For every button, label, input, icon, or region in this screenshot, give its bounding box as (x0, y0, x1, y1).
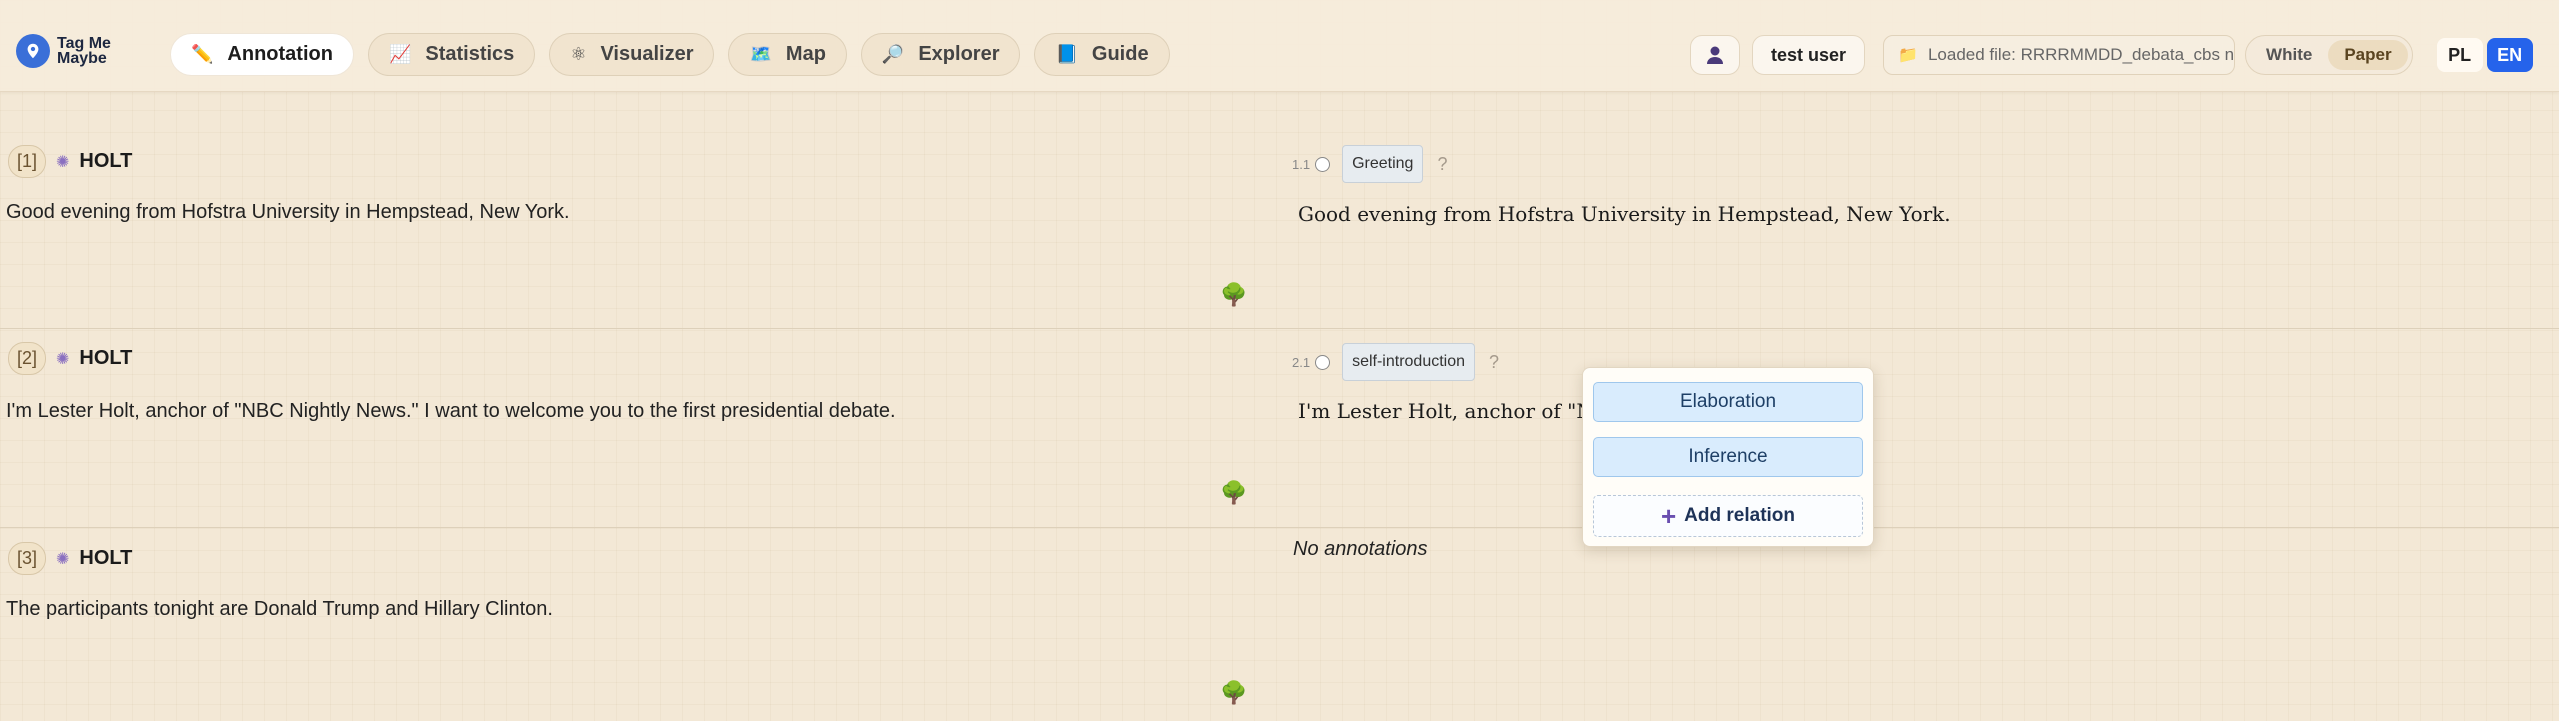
language-switcher: PL EN (2436, 38, 2533, 72)
annotation-tag[interactable]: Greeting (1342, 145, 1424, 183)
nav-map[interactable]: 🗺️ Map (728, 33, 847, 76)
annotation-radio[interactable] (1315, 156, 1331, 172)
nav-label: Annotation (227, 43, 333, 65)
speaker-header: [1] ✺ HOLT (8, 145, 132, 178)
speaker-name: HOLT (79, 150, 133, 172)
app-logo[interactable]: Tag Me Maybe (16, 34, 119, 68)
theme-white-button[interactable]: White (2250, 40, 2328, 70)
nav-label: Map (785, 43, 826, 65)
top-bar: Tag Me Maybe ✏️ Annotation 📈 Statistics … (0, 0, 2559, 92)
nav-label: Visualizer (600, 43, 694, 65)
header-tools: test user 📁 Loaded file: RRRRMMDD_debata… (1690, 35, 2533, 75)
add-relation-button[interactable]: + Add relation (1593, 495, 1863, 537)
chart-icon: 📈 (388, 44, 412, 64)
speaker-header: [3] ✺ HOLT (8, 542, 132, 575)
folder-icon: 📁 (1898, 47, 1918, 64)
loaded-file-indicator[interactable]: 📁 Loaded file: RRRRMMDD_debata_cbs n (1883, 35, 2236, 75)
nav-label: Statistics (425, 43, 515, 65)
nav-visualizer[interactable]: ⚛ Visualizer (549, 33, 715, 76)
annotation-radio[interactable] (1315, 354, 1331, 370)
annotation-number: 2.1 (1292, 354, 1311, 370)
annotation-header: 1.1 Greeting ? (1292, 145, 1447, 183)
speaker-icon: ✺ (56, 153, 70, 171)
annotation-number: 1.1 (1292, 156, 1311, 172)
logo-pin-icon (16, 34, 50, 68)
speaker-name: HOLT (79, 547, 133, 569)
annotation-header: 2.1 self-introduction ? (1292, 343, 1499, 381)
utterance-index[interactable]: [2] (8, 342, 47, 375)
utterance-index[interactable]: [3] (8, 542, 47, 575)
pencil-icon: ✏️ (191, 44, 214, 64)
add-relation-label: Add relation (1684, 505, 1796, 526)
utterance-row: [3] ✺ HOLT The participants tonight are … (0, 528, 2559, 721)
tree-icon[interactable]: 🌳 (1220, 282, 1247, 308)
utterance-text: The participants tonight are Donald Trum… (6, 598, 553, 620)
book-icon: 📘 (1055, 44, 1078, 64)
nav-annotation[interactable]: ✏️ Annotation (170, 33, 354, 76)
help-icon[interactable]: ? (1489, 352, 1499, 373)
map-icon: 🗺️ (749, 44, 772, 64)
nav-guide[interactable]: 📘 Guide (1034, 33, 1170, 76)
logo-text: Tag Me Maybe (57, 35, 111, 67)
user-avatar-button[interactable] (1690, 35, 1740, 75)
relation-inference-button[interactable]: Inference (1593, 437, 1863, 477)
annotation-tag[interactable]: self-introduction (1342, 343, 1476, 381)
relation-elaboration-button[interactable]: Elaboration (1593, 382, 1863, 422)
help-icon[interactable]: ? (1437, 154, 1447, 175)
speaker-icon: ✺ (56, 550, 70, 568)
speaker-header: [2] ✺ HOLT (8, 342, 132, 375)
utterance-index[interactable]: [1] (8, 145, 47, 178)
utterance-text: I'm Lester Holt, anchor of "NBC Nightly … (6, 400, 896, 422)
plus-icon: + (1660, 501, 1677, 531)
nav-label: Explorer (918, 43, 1000, 65)
utterance-row: [1] ✺ HOLT Good evening from Hofstra Uni… (0, 130, 2559, 329)
speaker-icon: ✺ (56, 350, 70, 368)
lang-pl-button[interactable]: PL (2436, 38, 2483, 72)
magnifier-icon: 🔎 (881, 44, 905, 64)
utterance-text: Good evening from Hofstra University in … (6, 201, 570, 223)
atom-icon: ⚛ (570, 44, 587, 64)
tree-icon[interactable]: 🌳 (1220, 680, 1247, 706)
theme-switcher: White Paper (2245, 35, 2413, 75)
main-nav: ✏️ Annotation 📈 Statistics ⚛ Visualizer … (170, 33, 1170, 76)
nav-explorer[interactable]: 🔎 Explorer (860, 33, 1021, 76)
nav-statistics[interactable]: 📈 Statistics (367, 33, 536, 76)
theme-paper-button[interactable]: Paper (2328, 40, 2408, 70)
user-name[interactable]: test user (1752, 35, 1866, 75)
loaded-file-label: Loaded file: RRRRMMDD_debata_cbs n (1927, 45, 2235, 64)
tree-icon[interactable]: 🌳 (1220, 480, 1247, 506)
relation-popup: Elaboration Inference + Add relation (1582, 367, 1874, 547)
speaker-name: HOLT (79, 347, 133, 369)
annotation-text: I'm Lester Holt, anchor of "NBC (1298, 399, 1625, 423)
annotation-text: Good evening from Hofstra University in … (1298, 202, 1951, 226)
user-icon (1707, 46, 1723, 64)
nav-label: Guide (1091, 43, 1149, 65)
lang-en-button[interactable]: EN (2486, 38, 2533, 72)
utterance-row: [2] ✺ HOLT I'm Lester Holt, anchor of "N… (0, 329, 2559, 528)
no-annotations-label: No annotations (1293, 538, 1428, 560)
